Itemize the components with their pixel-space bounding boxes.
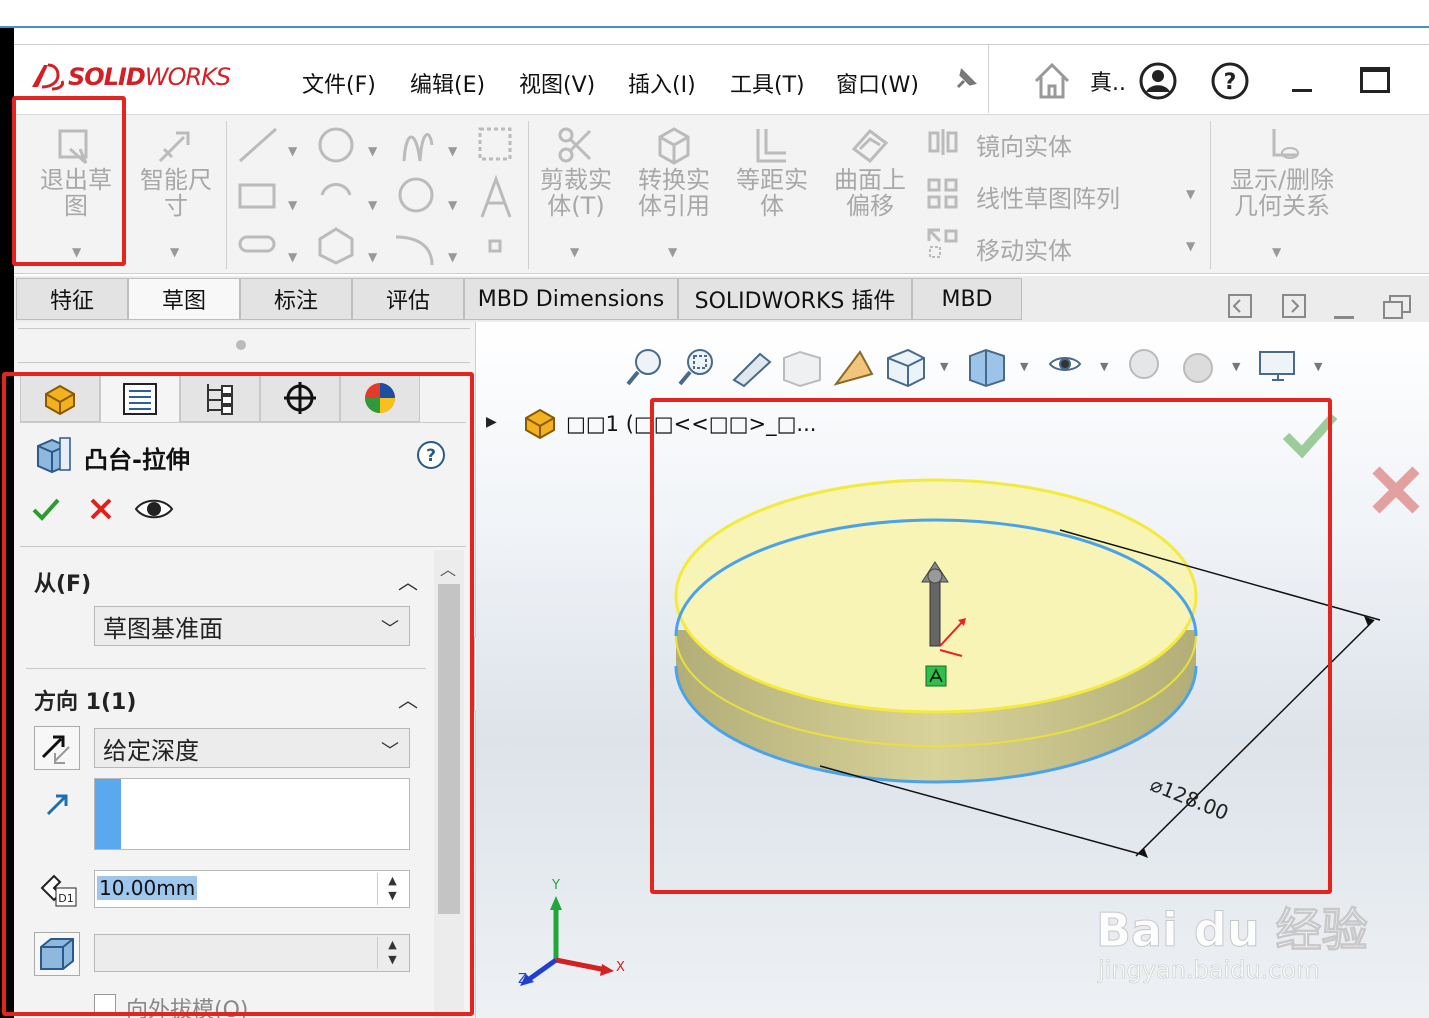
offset-on-surface-icon <box>851 128 889 164</box>
smart-dimension-dropdown-icon[interactable]: ▼ <box>170 245 179 259</box>
tab-mbd-dimensions[interactable]: MBD Dimensions <box>464 278 678 320</box>
menu-window[interactable]: 窗口(W) <box>836 67 919 99</box>
svg-text:?: ? <box>1224 70 1237 95</box>
menu-file[interactable]: 文件(F) <box>302 67 376 99</box>
coordinate-triad <box>520 896 614 986</box>
convert-entities-icon <box>658 127 690 165</box>
tab-sketch[interactable]: 草图 <box>128 278 240 320</box>
brand-text: SOLIDWORKS <box>68 63 231 91</box>
offset-entities-button[interactable]: 等距实体 <box>730 167 814 219</box>
highlight-exit-sketch <box>12 96 126 266</box>
svg-text:▼: ▼ <box>1314 360 1323 373</box>
sketch-tools-grid: ▼ ▼ ▼ ▼ ▼ ▼ ▼ ▼ ▼ <box>238 127 512 265</box>
offset-entities-icon <box>756 129 786 163</box>
home-icon[interactable] <box>1032 61 1072 101</box>
linear-pattern-button[interactable]: 线性草图阵列 <box>976 179 1120 214</box>
trim-entities-button[interactable]: 剪裁实体(T) <box>534 167 618 219</box>
pin-icon[interactable] <box>950 65 980 95</box>
menu-tools[interactable]: 工具(T) <box>730 67 805 99</box>
axis-y-label: Y <box>552 878 560 893</box>
user-name[interactable]: 真.. <box>1090 65 1126 97</box>
svg-text:▼: ▼ <box>448 144 458 158</box>
panel-splitter-handle[interactable] <box>236 340 246 350</box>
svg-text:▼: ▼ <box>940 360 949 373</box>
command-manager-ribbon: 退出草图 ▼ 智能尺寸 ▼ ▼ ▼ ▼ ▼ ▼ ▼ ▼ ▼ ▼ 剪裁实体(T) … <box>14 114 1429 274</box>
watermark-url: jingyan.baidu.com <box>1098 956 1320 985</box>
svg-text:▼: ▼ <box>1232 360 1241 373</box>
ds-logo-icon <box>32 63 64 91</box>
solidworks-logo: SOLIDWORKS <box>28 55 231 99</box>
user-account-icon[interactable] <box>1138 61 1178 101</box>
linear-pattern-icon <box>927 178 958 209</box>
help-icon[interactable]: ? <box>1210 61 1250 101</box>
maximize-button[interactable] <box>1360 67 1390 93</box>
menu-insert[interactable]: 插入(I) <box>628 67 696 99</box>
mirror-entities-button[interactable]: 镜向实体 <box>976 127 1072 162</box>
menu-view[interactable]: 视图(V) <box>519 67 595 99</box>
svg-text:▼: ▼ <box>368 144 378 158</box>
highlight-model <box>650 398 1332 894</box>
svg-text:▼: ▼ <box>368 250 378 264</box>
svg-text:▼: ▼ <box>1100 360 1109 373</box>
part-icon <box>525 408 555 440</box>
watermark-brand: Bai du 经验 <box>1096 903 1369 958</box>
svg-text:▼: ▼ <box>288 250 298 264</box>
convert-dropdown-icon[interactable]: ▼ <box>668 245 677 259</box>
trim-dropdown-icon[interactable]: ▼ <box>570 245 579 259</box>
display-delete-relations-button[interactable]: 显示/删除几何关系 <box>1222 167 1342 219</box>
heads-up-view-toolbar[interactable]: ▼ ▼ ▼ ▼ ▼ <box>624 344 1334 388</box>
minimize-button[interactable] <box>1292 89 1312 92</box>
smart-dimension-button[interactable]: 智能尺寸 <box>134 167 218 219</box>
menu-edit[interactable]: 编辑(E) <box>410 67 485 99</box>
highlight-property-manager <box>2 372 474 1016</box>
mirror-entities-icon <box>928 129 958 155</box>
tile-right-icon[interactable] <box>1280 292 1310 320</box>
svg-text:▼: ▼ <box>448 198 458 212</box>
svg-text:▼: ▼ <box>1020 360 1029 373</box>
tree-expand-icon[interactable]: ▶ <box>486 414 497 430</box>
menu-bar: SOLIDWORKS 文件(F) 编辑(E) 视图(V) 插入(I) 工具(T)… <box>14 44 1429 114</box>
tab-markup[interactable]: 标注 <box>240 278 352 320</box>
relations-icon <box>1272 129 1299 159</box>
axis-z-label: Z <box>518 972 527 987</box>
axis-x-label: X <box>616 960 625 975</box>
tab-mbd[interactable]: MBD <box>912 278 1022 320</box>
move-entities-icon <box>927 228 958 258</box>
convert-entities-button[interactable]: 转换实体引用 <box>632 167 716 219</box>
doc-restore-icon[interactable] <box>1380 292 1414 322</box>
doc-minimize-button[interactable] <box>1334 316 1354 319</box>
svg-text:▼: ▼ <box>288 144 298 158</box>
relations-dropdown-icon[interactable]: ▼ <box>1272 245 1281 259</box>
smart-dimension-icon <box>158 131 190 163</box>
svg-text:▼: ▼ <box>368 198 378 212</box>
offset-on-surface-button[interactable]: 曲面上偏移 <box>828 167 912 219</box>
trim-icon <box>558 127 592 163</box>
tab-evaluate[interactable]: 评估 <box>352 278 464 320</box>
command-tabs: 特征 草图 标注 评估 MBD Dimensions SOLIDWORKS 插件… <box>14 276 1429 322</box>
pattern-dropdown-icon[interactable]: ▼ <box>1186 187 1195 201</box>
svg-text:▼: ▼ <box>288 198 298 212</box>
svg-text:▼: ▼ <box>448 250 458 264</box>
move-entities-button[interactable]: 移动实体 <box>976 231 1072 266</box>
tab-features[interactable]: 特征 <box>16 278 128 320</box>
title-strip <box>0 0 1429 28</box>
tab-solidworks-addins[interactable]: SOLIDWORKS 插件 <box>678 278 912 320</box>
move-dropdown-icon[interactable]: ▼ <box>1186 239 1195 253</box>
tile-left-icon[interactable] <box>1226 292 1256 320</box>
